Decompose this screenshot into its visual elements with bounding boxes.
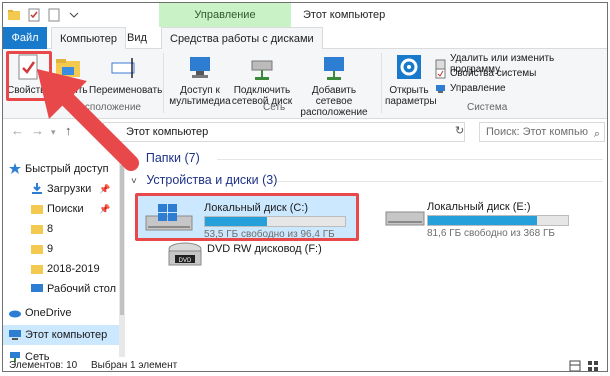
nav-onedrive[interactable]: OneDrive <box>3 303 121 323</box>
folder-icon <box>31 205 43 214</box>
drive-usage-bar <box>427 215 569 226</box>
file-explorer-window: Управление Этот компьютер Файл Компьютер… <box>2 2 608 372</box>
search-placeholder: Поиск: Этот компью <box>486 126 588 138</box>
star-icon <box>9 163 21 174</box>
group-system-label: Система <box>467 102 508 113</box>
nav-folder-9[interactable]: 9 <box>3 239 121 259</box>
drive-free-space: 81,6 ГБ свободно из 368 ГБ <box>427 228 555 239</box>
new-folder-icon[interactable] <box>47 8 61 22</box>
chevron-down-icon: ˅ <box>131 176 137 187</box>
section-divider <box>217 159 603 160</box>
manage-computer-icon <box>436 85 445 93</box>
pin-icon[interactable]: 📌 <box>99 199 110 219</box>
search-icon: ⌕ <box>593 128 600 140</box>
add-network-location-button[interactable]: Добавить сетевое расположение <box>293 53 375 118</box>
nav-desktop[interactable]: Рабочий стол <box>3 279 121 299</box>
tab-file[interactable]: Файл <box>3 27 47 49</box>
folder-icon <box>31 265 43 274</box>
folder-icon <box>31 225 43 234</box>
address-bar[interactable]: Этот компьютер <box>103 122 465 142</box>
tab-view[interactable]: Вид <box>119 27 155 49</box>
computer-icon <box>9 330 21 340</box>
window-title: Этот компьютер <box>303 9 386 21</box>
quick-access-toolbar <box>7 7 81 23</box>
nav-folder-2018-2019[interactable]: 2018-2019 <box>3 259 121 279</box>
nav-this-pc[interactable]: Этот компьютер <box>3 325 121 345</box>
annotation-arrow-icon <box>37 69 139 171</box>
cloud-icon <box>9 310 21 318</box>
properties-check-icon[interactable] <box>27 8 41 22</box>
status-selected-count: Выбран 1 элемент <box>91 360 178 371</box>
folder-icon[interactable] <box>7 8 21 22</box>
system-check-icon <box>435 68 446 79</box>
folders-section-header[interactable]: › Папки (7) <box>133 151 200 165</box>
drive-usage-fill <box>428 216 537 225</box>
media-server-icon <box>184 53 216 83</box>
network-location-icon <box>318 53 350 83</box>
dvd-drive-icon: DVD <box>168 242 202 266</box>
nav-folder-8[interactable]: 8 <box>3 219 121 239</box>
hard-drive-icon <box>385 211 425 226</box>
open-settings-button[interactable]: Открыть параметры <box>385 53 437 107</box>
nav-search[interactable]: Поиски 📌 <box>3 199 121 219</box>
tab-drive-tools[interactable]: Средства работы с дисками <box>161 27 323 49</box>
drive-c-highlight <box>135 193 359 241</box>
map-network-drive-button[interactable]: Подключить сетевой диск <box>231 53 293 107</box>
section-divider <box>277 181 603 182</box>
navigation-pane: Быстрый доступ Загрузки 📌 Поиски 📌 8 9 2… <box>3 145 121 363</box>
status-item-count: Элементов: 10 <box>9 360 78 371</box>
group-network-label: Сеть <box>263 102 286 113</box>
drive-name: DVD RW дисковод (F:) <box>207 243 322 255</box>
network-drive-icon <box>246 53 278 83</box>
status-bar: Элементов: 10 Выбран 1 элемент <box>3 359 607 372</box>
tab-computer[interactable]: Компьютер <box>51 27 126 50</box>
nav-scrollbar[interactable] <box>119 145 125 357</box>
back-arrow-icon[interactable]: ← <box>11 123 24 138</box>
title-bar: Управление Этот компьютер <box>3 3 607 27</box>
group-separator <box>163 53 164 113</box>
refresh-icon[interactable]: ↻ <box>455 124 464 137</box>
group-separator <box>381 53 382 113</box>
ribbon-tabs: Файл Компьютер Вид Средства работы с дис… <box>3 27 607 50</box>
download-arrow-icon <box>32 183 42 194</box>
system-properties-button[interactable]: Свойства системы <box>435 68 536 79</box>
svg-text:DVD: DVD <box>179 258 192 264</box>
manage-button[interactable]: Управление <box>435 83 506 94</box>
nav-downloads[interactable]: Загрузки 📌 <box>3 179 121 199</box>
drive-e[interactable]: Локальный диск (E:) 81,6 ГБ свободно из … <box>375 195 595 239</box>
large-icons-view-icon[interactable] <box>587 360 599 372</box>
drive-name: Локальный диск (E:) <box>427 201 531 213</box>
folder-icon <box>31 245 43 254</box>
desktop-icon <box>31 284 43 292</box>
search-input[interactable]: Поиск: Этот компью ⌕ <box>479 122 605 142</box>
drive-f-dvd[interactable]: DVD DVD RW дисковод (F:) <box>163 237 383 275</box>
scrollbar-thumb[interactable] <box>120 165 124 315</box>
devices-section-header[interactable]: ˅ Устройства и диски (3) <box>131 173 277 187</box>
customize-toolbar-icon[interactable] <box>67 8 81 22</box>
pin-icon[interactable]: 📌 <box>99 179 110 199</box>
details-view-icon[interactable] <box>569 360 581 372</box>
content-pane: › Папки (7) ˅ Устройства и диски (3) Лок… <box>127 145 607 359</box>
settings-gear-icon <box>393 53 425 83</box>
media-access-button[interactable]: Доступ к мультимедиа <box>169 53 231 107</box>
context-tab-group: Управление <box>159 3 291 27</box>
